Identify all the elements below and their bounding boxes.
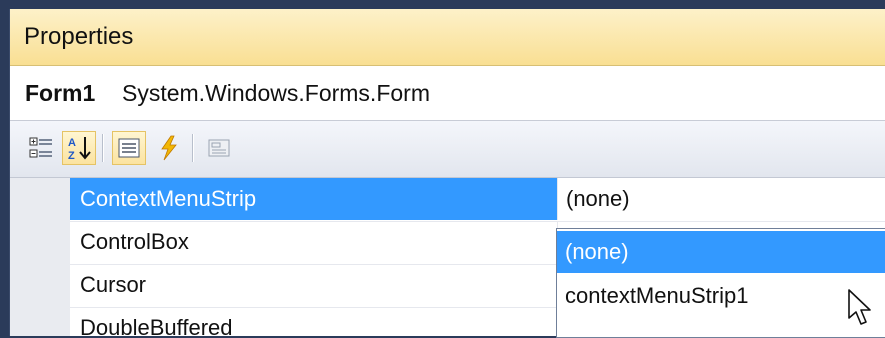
property-pages-icon <box>208 139 230 157</box>
properties-icon <box>118 138 140 158</box>
toolbar-separator <box>192 134 194 162</box>
properties-title-bar[interactable]: Properties <box>10 9 885 66</box>
toolbar-separator <box>102 134 104 162</box>
events-lightning-icon <box>161 135 177 161</box>
object-name: Form1 <box>25 80 96 106</box>
object-selector[interactable]: Form1 System.Windows.Forms.Form <box>10 66 885 121</box>
svg-text:A: A <box>68 137 76 149</box>
contextmenustrip-dropdown-list[interactable]: (none) contextMenuStrip1 <box>556 228 885 338</box>
properties-toolbar: A Z <box>10 121 885 178</box>
property-pages-button[interactable] <box>202 131 236 165</box>
property-name: DoubleBuffered <box>70 307 558 336</box>
mouse-pointer-icon <box>848 289 871 325</box>
grid-gutter <box>10 178 70 336</box>
panel-title: Properties <box>24 23 134 50</box>
alphabetical-button[interactable]: A Z <box>62 131 96 165</box>
properties-button[interactable] <box>112 131 146 165</box>
alphabetical-sort-icon: A Z <box>68 137 91 162</box>
categorized-button[interactable] <box>24 131 58 165</box>
object-type: System.Windows.Forms.Form <box>122 80 430 106</box>
dropdown-option-none[interactable]: (none) <box>557 231 885 273</box>
dropdown-option-contextmenustrip1[interactable]: contextMenuStrip1 <box>557 275 885 317</box>
property-name: ContextMenuStrip <box>70 178 558 220</box>
property-name: Cursor <box>70 264 558 306</box>
property-row-contextmenustrip[interactable]: ContextMenuStrip (none) <box>70 178 885 222</box>
events-button[interactable] <box>152 131 186 165</box>
property-value[interactable]: (none) <box>566 178 630 220</box>
svg-text:Z: Z <box>68 150 75 162</box>
property-name: ControlBox <box>70 221 558 263</box>
categorized-icon <box>29 137 52 158</box>
